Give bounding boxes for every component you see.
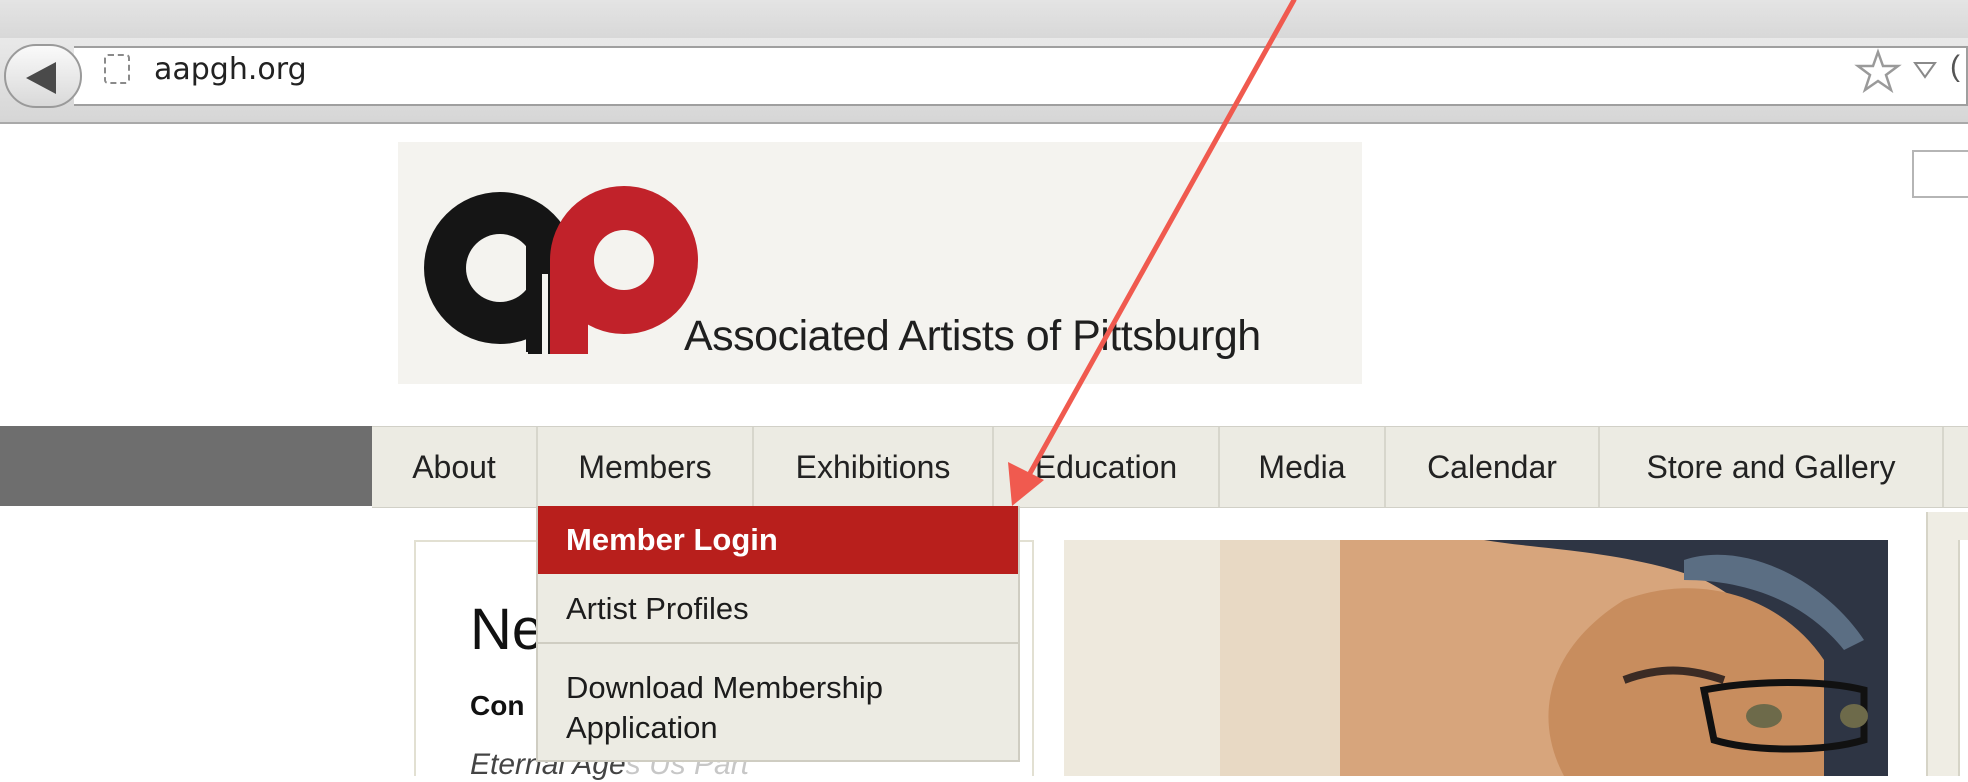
menu-item-artist-profiles[interactable]: Artist Profiles bbox=[538, 574, 1018, 644]
address-bar[interactable] bbox=[74, 46, 1968, 106]
nav-item-calendar[interactable]: Calendar bbox=[1386, 427, 1600, 507]
site-name: Associated Artists of Pittsburgh bbox=[684, 312, 1261, 360]
menu-item-download-membership-application[interactable]: Download Membership Application bbox=[538, 648, 1018, 758]
site-logo[interactable] bbox=[416, 184, 706, 354]
nav-item-store-and-gallery[interactable]: Store and Gallery bbox=[1600, 427, 1944, 507]
url-text[interactable]: aapgh.org bbox=[154, 52, 307, 87]
nav-item-education[interactable]: Education bbox=[994, 427, 1220, 507]
star-icon[interactable] bbox=[1854, 48, 1902, 96]
back-arrow-icon bbox=[26, 62, 56, 94]
news-subheading: Con bbox=[470, 690, 525, 721]
news-heading: Ne bbox=[470, 597, 545, 662]
nav-item-exhibitions[interactable]: Exhibitions bbox=[754, 427, 994, 507]
site-search-input[interactable] bbox=[1912, 150, 1968, 198]
featured-painting[interactable] bbox=[1064, 540, 1888, 776]
dropdown-caret-icon[interactable] bbox=[1912, 60, 1938, 80]
nav-item-media[interactable]: Media bbox=[1220, 427, 1386, 507]
menu-item-member-login[interactable]: Member Login bbox=[538, 506, 1018, 574]
nav-item-about[interactable]: About bbox=[372, 427, 538, 507]
main-nav: About Members Exhibitions Education Medi… bbox=[372, 426, 1968, 508]
page-placeholder-icon bbox=[104, 54, 130, 84]
menu-item-download-line1: Download Membership bbox=[566, 670, 884, 705]
nav-item-members[interactable]: Members bbox=[538, 427, 754, 507]
truncated-toolbar-glyph: ( bbox=[1950, 50, 1960, 83]
members-dropdown-menu: Member Login Artist Profiles Download Me… bbox=[536, 506, 1020, 762]
nav-left-bar bbox=[0, 426, 372, 506]
back-button[interactable] bbox=[4, 44, 82, 108]
menu-item-download-line2: Application bbox=[566, 710, 718, 745]
browser-tab-strip bbox=[0, 0, 1968, 39]
right-sidebar-panel bbox=[1958, 540, 1968, 776]
